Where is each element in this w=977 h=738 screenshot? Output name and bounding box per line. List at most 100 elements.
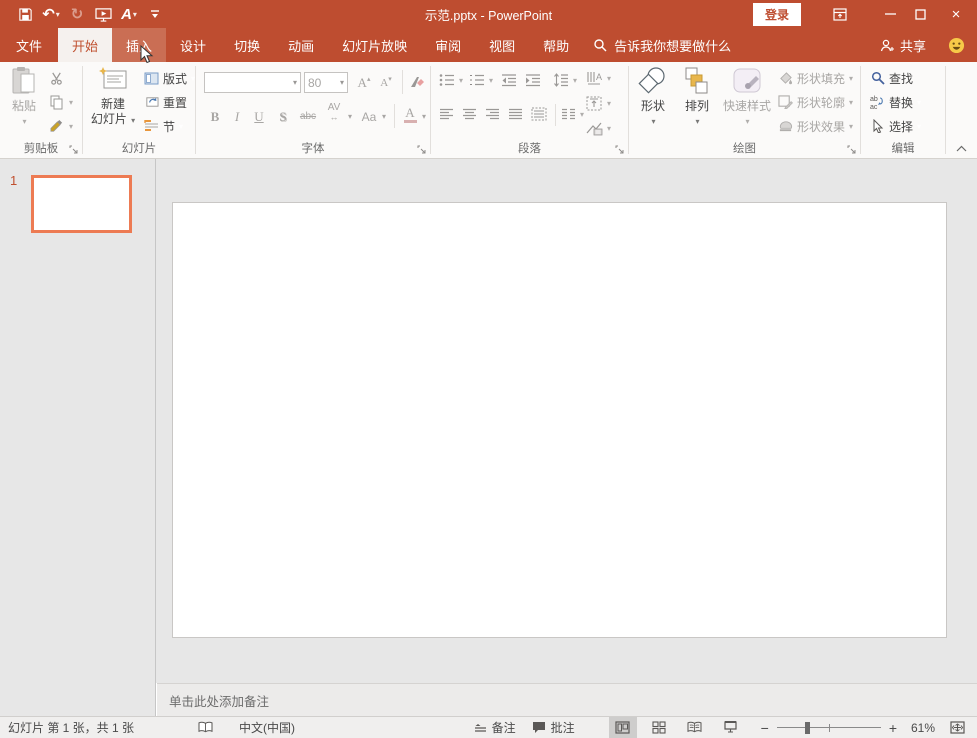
undo-button[interactable]: ↶▾: [40, 3, 62, 25]
shape-fill-button: 形状填充 ▾: [777, 68, 853, 88]
comment-icon: [532, 721, 546, 734]
save-icon[interactable]: [14, 3, 36, 25]
shapes-button[interactable]: 形状 ▾: [633, 66, 673, 126]
font-size-combobox[interactable]: 80▾: [304, 72, 348, 93]
shape-outline-button: 形状轮廓 ▾: [777, 92, 853, 112]
section-label: 节: [163, 118, 175, 135]
numbering-button: ▾: [469, 70, 493, 90]
select-arrow-icon: [869, 118, 886, 135]
find-label: 查找: [889, 70, 913, 87]
collapse-ribbon-icon[interactable]: [956, 145, 967, 152]
zoom-level-button[interactable]: 61%: [899, 717, 943, 738]
character-spacing-button: AV↔: [322, 102, 346, 123]
tab-slideshow[interactable]: 幻灯片放映: [328, 28, 421, 62]
find-icon: [869, 70, 886, 87]
section-icon: [143, 118, 160, 135]
new-slide-icon: [98, 66, 128, 94]
status-bar: 幻灯片 第 1 张，共 1 张 中文(中国) 备注 批注 − +: [0, 716, 977, 738]
svg-text:ab: ab: [870, 96, 878, 103]
underline-button: U: [250, 106, 268, 127]
zoom-slider-thumb[interactable]: [805, 722, 810, 734]
tab-home[interactable]: 开始: [58, 28, 112, 62]
tab-file[interactable]: 文件: [0, 28, 58, 62]
find-button[interactable]: 查找: [869, 68, 913, 88]
slide-counter[interactable]: 幻灯片 第 1 张，共 1 张: [0, 717, 142, 738]
justify-button: [508, 104, 523, 124]
section-button[interactable]: 节 ▾: [143, 116, 183, 136]
clear-formatting-button: [406, 72, 426, 93]
tab-animations[interactable]: 动画: [274, 28, 328, 62]
align-text-button: ▾: [586, 93, 611, 113]
sign-in-button[interactable]: 登录: [753, 3, 801, 26]
normal-view-button[interactable]: [609, 717, 637, 738]
distributed-button: [531, 104, 547, 124]
language-button[interactable]: 中文(中国): [231, 717, 303, 738]
layout-button[interactable]: 版式 ▾: [143, 68, 195, 88]
slide-thumbnail-panel[interactable]: 1: [0, 159, 156, 716]
copy-button: ▾: [48, 92, 73, 112]
shape-effects-icon: [777, 118, 794, 135]
slide-canvas[interactable]: [172, 202, 947, 638]
select-label: 选择: [889, 118, 913, 135]
group-slides: 新建幻灯片 ▾ 版式 ▾ 重置 节 ▾ 幻灯片: [83, 62, 195, 158]
replace-button[interactable]: abac 替换 ▾: [869, 92, 921, 112]
svg-text:A: A: [596, 72, 602, 82]
tell-me-search[interactable]: 告诉我你想要做什么: [583, 28, 741, 62]
drawing-dialog-launcher-icon[interactable]: [847, 145, 857, 155]
shapes-label: 形状: [641, 99, 665, 114]
zoom-slider[interactable]: [777, 717, 881, 738]
font-dialog-launcher-icon[interactable]: [417, 145, 427, 155]
new-slide-button[interactable]: 新建幻灯片 ▾: [88, 66, 138, 127]
replace-label: 替换: [889, 94, 913, 111]
italic-button: I: [228, 106, 246, 127]
close-button[interactable]: ×: [935, 0, 977, 28]
increase-indent-button: [525, 70, 541, 90]
pen-style-button[interactable]: A▾: [118, 3, 140, 25]
start-slideshow-icon[interactable]: [92, 3, 114, 25]
slide-thumbnail-selected[interactable]: [31, 175, 132, 233]
notes-toggle-button[interactable]: 备注: [466, 717, 524, 738]
change-case-dropdown: ▾: [380, 106, 388, 127]
feedback-smiley-icon[interactable]: [936, 28, 977, 62]
reset-icon: [143, 94, 160, 111]
ribbon-display-options-icon[interactable]: [825, 0, 855, 28]
arrange-button[interactable]: 排列 ▾: [677, 66, 717, 126]
quick-styles-button: 快速样式 ▾: [721, 66, 773, 126]
fit-to-window-button[interactable]: [943, 717, 971, 738]
tab-insert[interactable]: 插入: [112, 28, 166, 62]
select-button[interactable]: 选择 ▾: [869, 116, 921, 136]
minimize-button[interactable]: [875, 0, 905, 28]
spell-check-icon[interactable]: [190, 717, 221, 738]
zoom-out-button[interactable]: −: [759, 717, 771, 738]
reading-view-button[interactable]: [681, 717, 709, 738]
group-editing: 查找 abac 替换 ▾ 选择 ▾ 编辑: [861, 62, 945, 158]
character-spacing-dropdown: ▾: [346, 106, 354, 127]
shape-outline-label: 形状轮廓: [797, 94, 845, 111]
maximize-button[interactable]: [905, 0, 935, 28]
zoom-in-button[interactable]: +: [887, 717, 899, 738]
bold-button: B: [206, 106, 224, 127]
slideshow-view-button[interactable]: [717, 717, 745, 738]
reset-button[interactable]: 重置: [143, 92, 187, 112]
svg-text:ac: ac: [870, 104, 878, 109]
tab-transitions[interactable]: 切换: [220, 28, 274, 62]
search-icon: [593, 38, 607, 52]
layout-icon: [143, 70, 160, 87]
ribbon-home: 粘贴 ▾ ▾ ▾ 剪贴板 新建幻灯片 ▾: [0, 62, 977, 159]
group-clipboard: 粘贴 ▾ ▾ ▾ 剪贴板: [0, 62, 82, 158]
font-name-combobox[interactable]: ▾: [204, 72, 301, 93]
tab-design[interactable]: 设计: [166, 28, 220, 62]
slide-sorter-view-button[interactable]: [645, 717, 673, 738]
tab-help[interactable]: 帮助: [529, 28, 583, 62]
comments-button[interactable]: 批注: [524, 717, 583, 738]
layout-label: 版式: [163, 70, 187, 87]
paragraph-group-label: 段落: [431, 140, 628, 156]
customize-qat-icon[interactable]: [144, 3, 166, 25]
tab-view[interactable]: 视图: [475, 28, 529, 62]
clipboard-dialog-launcher-icon[interactable]: [69, 145, 79, 155]
replace-icon: abac: [869, 94, 886, 111]
notes-pane[interactable]: 单击此处添加备注: [157, 683, 977, 716]
share-button[interactable]: 共享: [869, 28, 936, 62]
tab-review[interactable]: 审阅: [421, 28, 475, 62]
paragraph-dialog-launcher-icon[interactable]: [615, 145, 625, 155]
